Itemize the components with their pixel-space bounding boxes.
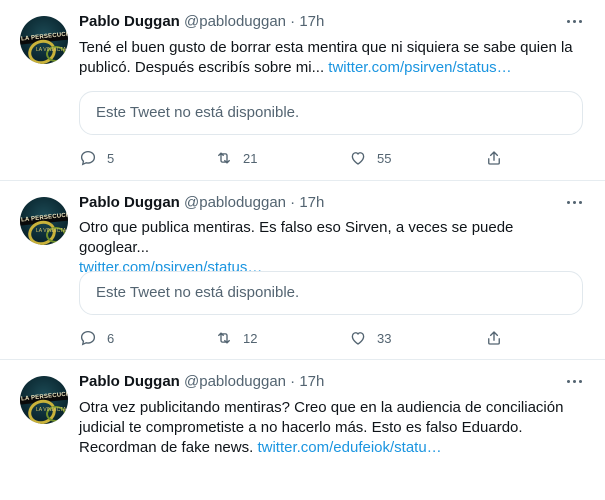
tweet-actions: 5 21 55 xyxy=(79,148,509,168)
retweet-count: 12 xyxy=(243,330,258,346)
timestamp[interactable]: 17h xyxy=(299,373,324,390)
avatar[interactable]: LA PERSECUCIÓN LA VINDICTA xyxy=(20,197,68,245)
more-icon[interactable] xyxy=(565,14,585,30)
author-name[interactable]: Pablo Duggan xyxy=(79,13,180,30)
tweet[interactable]: LA PERSECUCIÓN LA VINDICTA Pablo Duggan … xyxy=(0,360,605,500)
reply-count: 6 xyxy=(107,330,115,346)
retweet-count: 21 xyxy=(243,150,258,166)
tweet-header: Pablo Duggan @pabloduggan · 17h xyxy=(79,193,324,213)
share-button[interactable] xyxy=(485,328,503,348)
tweet-actions: 6 12 33 xyxy=(79,328,509,348)
tweet-text-line: judicial te comprometiste a no hacerlo m… xyxy=(79,419,523,436)
tweet-text: Tené el buen gusto de borrar esta mentir… xyxy=(79,38,579,78)
tweet-feed: LA PERSECUCIÓN LA VINDICTA Pablo Duggan … xyxy=(0,0,605,476)
author-name[interactable]: Pablo Duggan xyxy=(79,194,180,211)
timestamp[interactable]: 17h xyxy=(299,194,324,211)
tweet-text-line: publicó. Después escribís sobre mi... xyxy=(79,59,329,76)
tweet-link[interactable]: twitter.com/edufeiok/statu… xyxy=(257,439,441,456)
author-handle[interactable]: @pabloduggan xyxy=(184,13,286,30)
tweet[interactable]: LA PERSECUCIÓN LA VINDICTA Pablo Duggan … xyxy=(0,181,605,360)
tweet[interactable]: LA PERSECUCIÓN LA VINDICTA Pablo Duggan … xyxy=(0,0,605,181)
author-handle[interactable]: @pabloduggan xyxy=(184,373,286,390)
quoted-tweet-unavailable[interactable]: Este Tweet no está disponible. xyxy=(79,271,583,315)
author-handle[interactable]: @pabloduggan xyxy=(184,194,286,211)
separator: · xyxy=(290,194,296,211)
quoted-tweet-unavailable[interactable]: Este Tweet no está disponible. xyxy=(79,91,583,135)
retweet-icon xyxy=(218,152,230,164)
tweet-text-line: Otro que publica mentiras. Es falso eso … xyxy=(79,219,514,256)
reply-button[interactable]: 6 xyxy=(79,328,114,348)
tweet-header: Pablo Duggan @pabloduggan · 17h xyxy=(79,372,324,392)
retweet-button[interactable]: 12 xyxy=(215,328,257,348)
retweet-icon xyxy=(218,332,230,344)
tweet-text: Otro que publica mentiras. Es falso eso … xyxy=(79,218,579,278)
tweet-header: Pablo Duggan @pabloduggan · 17h xyxy=(79,12,324,32)
tweet-text-line: Recordman de fake news. xyxy=(79,439,258,456)
like-button[interactable]: 33 xyxy=(349,328,391,348)
tweet-text-line: Otra vez publicitando mentiras? Creo que… xyxy=(79,399,564,416)
tweet-link[interactable]: twitter.com/psirven/status… xyxy=(328,59,511,76)
tweet-text: Otra vez publicitando mentiras? Creo que… xyxy=(79,398,579,458)
tweet-text-line: Tené el buen gusto de borrar esta mentir… xyxy=(79,39,573,56)
avatar-logo-subtext: LA VINDICTA xyxy=(36,407,67,413)
share-icon xyxy=(488,331,500,345)
reply-icon xyxy=(80,330,96,346)
separator: · xyxy=(290,373,296,390)
share-icon xyxy=(488,151,500,165)
avatar-logo-subtext: LA VINDICTA xyxy=(36,228,67,234)
author-name[interactable]: Pablo Duggan xyxy=(79,373,180,390)
reply-button[interactable]: 5 xyxy=(79,148,114,168)
more-icon[interactable] xyxy=(565,374,585,390)
reply-count: 5 xyxy=(107,150,115,166)
more-icon[interactable] xyxy=(565,195,585,211)
share-button[interactable] xyxy=(485,148,503,168)
like-button[interactable]: 55 xyxy=(349,148,391,168)
reply-icon xyxy=(80,150,96,166)
like-icon xyxy=(351,332,365,345)
like-count: 33 xyxy=(377,330,392,346)
timestamp[interactable]: 17h xyxy=(299,13,324,30)
separator: · xyxy=(290,13,296,30)
retweet-button[interactable]: 21 xyxy=(215,148,257,168)
avatar[interactable]: LA PERSECUCIÓN LA VINDICTA xyxy=(20,16,68,64)
like-count: 55 xyxy=(377,150,392,166)
like-icon xyxy=(351,152,365,165)
avatar-logo-subtext: LA VINDICTA xyxy=(36,47,67,53)
avatar[interactable]: LA PERSECUCIÓN LA VINDICTA xyxy=(20,376,68,424)
